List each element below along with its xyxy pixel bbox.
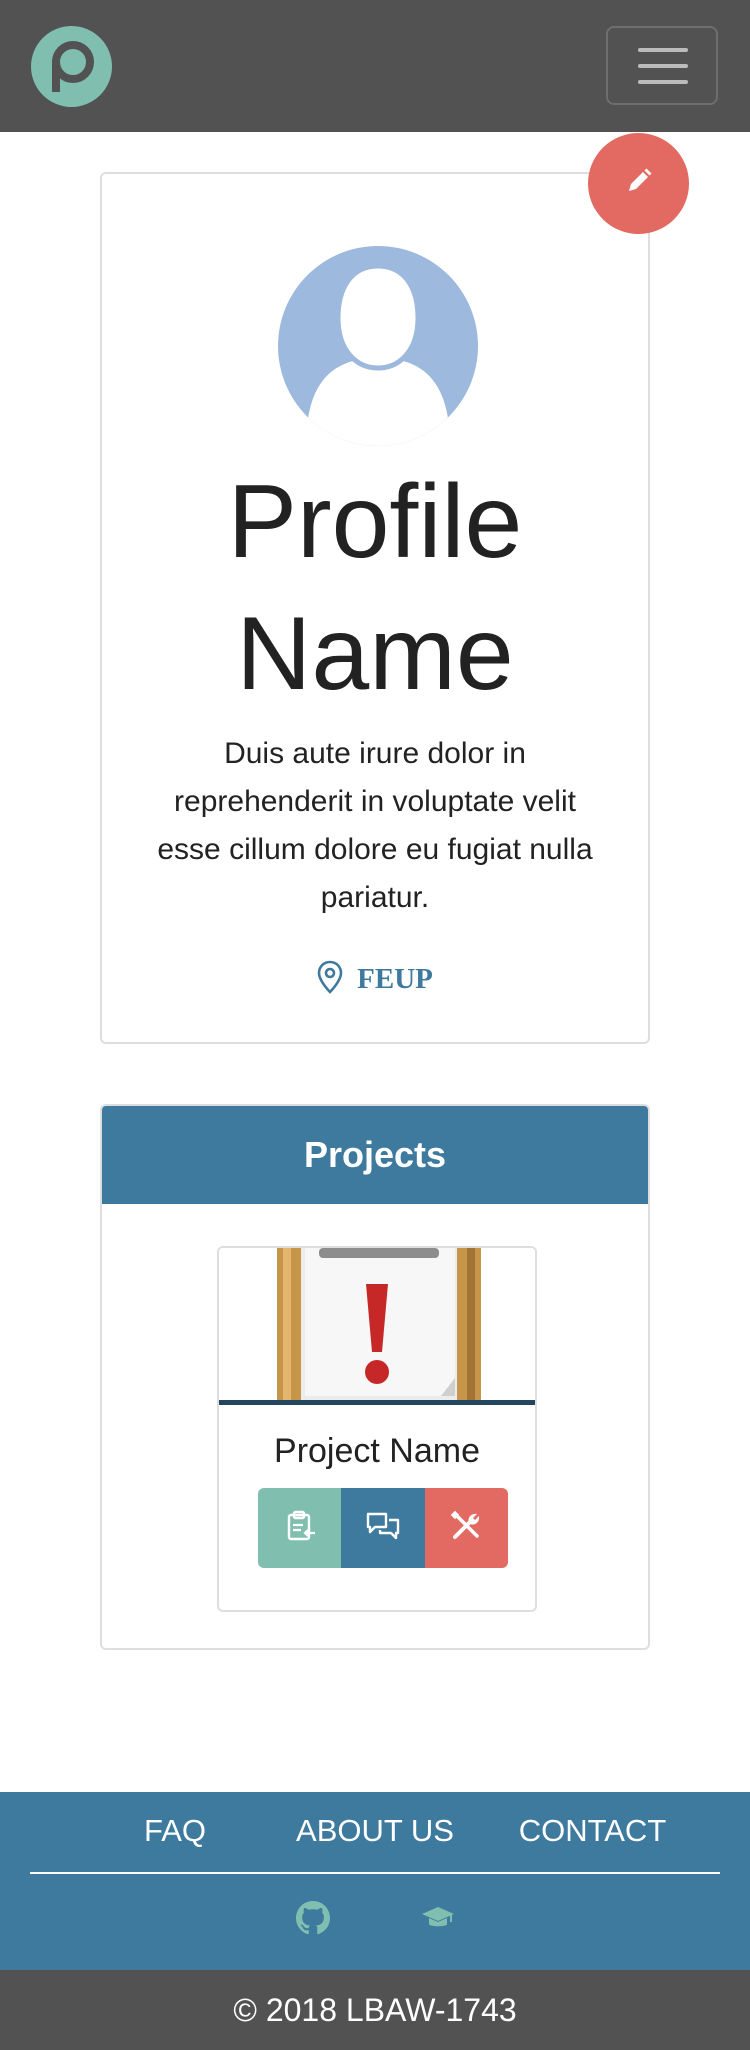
edit-profile-button[interactable]: [588, 133, 689, 234]
github-icon[interactable]: [293, 1898, 333, 1938]
project-settings-button[interactable]: [424, 1488, 508, 1568]
tools-icon: [449, 1509, 483, 1548]
copyright: © 2018 LBAW-1743: [0, 1970, 750, 2050]
project-actions: [258, 1488, 508, 1568]
footer-link-faq[interactable]: FAQ: [115, 1792, 235, 1870]
navbar: [0, 0, 750, 132]
graduation-cap-icon[interactable]: [418, 1898, 458, 1938]
chat-bubbles-icon: [365, 1510, 401, 1547]
projects-card: Projects Project Name: [100, 1104, 650, 1650]
project-forum-button[interactable]: [341, 1488, 425, 1568]
profile-name-first: Profile: [227, 464, 523, 580]
user-avatar-icon: [278, 246, 478, 446]
project-card[interactable]: Project Name: [217, 1246, 537, 1612]
footer: FAQ ABOUT US CONTACT: [0, 1792, 750, 1970]
profile-name-last: Name: [236, 596, 514, 712]
profile-bio: Duis aute irure dolor in reprehenderit i…: [157, 737, 593, 914]
location-label: FEUP: [357, 963, 433, 995]
footer-nav: FAQ ABOUT US CONTACT: [0, 1792, 750, 1870]
projects-title: Projects: [102, 1106, 648, 1204]
project-name: Project Name: [274, 1432, 480, 1470]
profile-card: Profile Name Duis aute irure dolor in re…: [100, 172, 650, 1044]
footer-divider: [30, 1872, 720, 1874]
pencil-icon: [625, 167, 653, 200]
footer-link-about[interactable]: ABOUT US: [285, 1792, 465, 1870]
footer-link-contact[interactable]: CONTACT: [505, 1792, 680, 1870]
project-tasks-button[interactable]: [258, 1488, 342, 1568]
clipboard-warning-image: [219, 1248, 535, 1408]
p-logo-icon[interactable]: [31, 26, 112, 107]
map-pin-icon: [317, 960, 343, 999]
hamburger-menu-icon[interactable]: [606, 26, 718, 105]
profile-name: Profile Name: [102, 456, 648, 720]
profile-location: FEUP: [102, 960, 648, 999]
clipboard-icon: [283, 1509, 317, 1548]
